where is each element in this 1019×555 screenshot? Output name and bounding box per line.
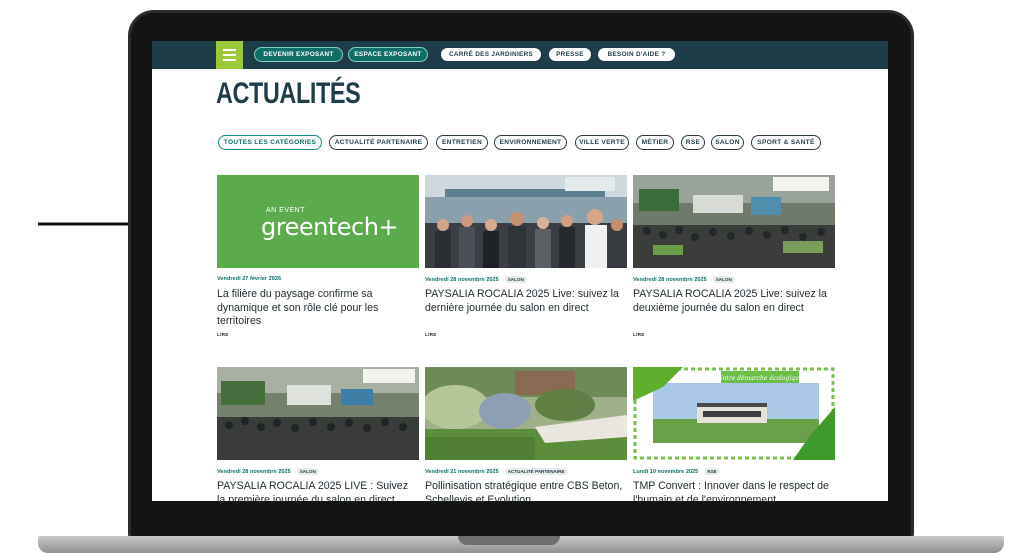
article-card[interactable]: Vendredi 28 novembre 2025 SALON PAYSALIA… <box>425 175 627 337</box>
exhibition-hall-photo <box>633 175 835 268</box>
article-image-exhibition[interactable] <box>633 175 835 268</box>
hamburger-menu-icon[interactable] <box>216 41 243 69</box>
laptop-screen: DEVENIR EXPOSANT ESPACE EXPOSANT CARRÉ D… <box>152 41 888 501</box>
top-navigation-bar: DEVENIR EXPOSANT ESPACE EXPOSANT CARRÉ D… <box>152 41 888 69</box>
greentech-logo: greentech+ <box>261 213 399 241</box>
category-chip-environnement[interactable]: ENVIRONNEMENT <box>494 135 567 150</box>
article-meta: Vendredi 28 novembre 2025 SALON <box>633 276 735 283</box>
article-date: Vendredi 21 novembre 2025 <box>425 468 499 475</box>
article-meta: Lundi 10 novembre 2025 RSE <box>633 468 720 475</box>
article-tag[interactable]: ACTUALITÉ PARTENAIRE <box>504 468 568 475</box>
article-card[interactable]: Vendredi 28 novembre 2025 SALON PAYSALIA… <box>633 175 835 337</box>
article-date: Lundi 10 novembre 2025 <box>633 468 699 475</box>
article-meta: Vendredi 21 novembre 2025 ACTUALITÉ PART… <box>425 468 568 475</box>
eco-building-photo: Notre démarche écologique <box>633 367 835 460</box>
eco-banner-text: Notre démarche écologique <box>717 375 803 382</box>
nav-pill-espace-exposant[interactable]: ESPACE EXPOSANT <box>348 47 428 62</box>
article-card[interactable]: AN EVENT greentech+ Vendredi 27 février … <box>217 175 419 337</box>
article-tag[interactable]: SALON <box>712 276 735 283</box>
article-image-crowd[interactable] <box>425 175 627 268</box>
article-title[interactable]: TMP Convert : Innover dans le respect de… <box>633 480 835 501</box>
article-title[interactable]: PAYSALIA ROCALIA 2025 LIVE : Suivez la p… <box>217 480 419 501</box>
article-title[interactable]: PAYSALIA ROCALIA 2025 Live: suivez la de… <box>425 288 627 315</box>
read-more-link[interactable]: LIRE <box>217 332 229 337</box>
article-card[interactable]: Notre démarche écologique Lundi 10 novem… <box>633 367 835 501</box>
article-date: Vendredi 28 novembre 2025 <box>217 468 291 475</box>
read-more-link[interactable]: LIRE <box>633 332 645 337</box>
article-meta: Vendredi 28 novembre 2025 SALON <box>217 468 319 475</box>
category-chip-salon[interactable]: SALON <box>711 135 744 150</box>
article-date: Vendredi 28 novembre 2025 <box>425 276 499 283</box>
article-image-greentech[interactable]: AN EVENT greentech+ <box>217 175 419 268</box>
article-date: Vendredi 28 novembre 2025 <box>633 276 707 283</box>
laptop-notch <box>458 536 560 545</box>
category-chip-sport-sante[interactable]: SPORT & SANTÉ <box>751 135 821 150</box>
article-meta: Vendredi 27 février 2026 <box>217 276 281 282</box>
article-image-exhibition[interactable] <box>217 367 419 460</box>
crowd-photo <box>425 175 627 268</box>
article-date: Vendredi 27 février 2026 <box>217 276 282 282</box>
product-mockup: DEVENIR EXPOSANT ESPACE EXPOSANT CARRÉ D… <box>0 0 1019 555</box>
category-chip-entretien[interactable]: ENTRETIEN <box>436 135 488 150</box>
article-card[interactable]: Vendredi 28 novembre 2025 SALON PAYSALIA… <box>217 367 419 501</box>
article-title[interactable]: PAYSALIA ROCALIA 2025 Live: suivez la de… <box>633 288 835 315</box>
article-tag[interactable]: SALON <box>296 468 319 475</box>
article-tag[interactable]: SALON <box>504 276 527 283</box>
article-title[interactable]: Pollinisation stratégique entre CBS Beto… <box>425 480 627 501</box>
category-chip-metier[interactable]: MÉTIER <box>636 135 674 150</box>
article-tag[interactable]: RSE <box>704 468 720 475</box>
nav-pill-presse[interactable]: PRESSE <box>548 47 592 62</box>
article-image-garden[interactable] <box>425 367 627 460</box>
page-title: ACTUALITÉS <box>216 77 361 110</box>
article-meta: Vendredi 28 novembre 2025 SALON <box>425 276 527 283</box>
nav-pill-carre-des-jardiniers[interactable]: CARRÉ DES JARDINIERS <box>440 47 542 62</box>
read-more-link[interactable]: LIRE <box>425 332 437 337</box>
nav-pill-besoin-d-aide[interactable]: BESOIN D'AIDE ? <box>597 47 676 62</box>
category-chip-actualite-partenaire[interactable]: ACTUALITÉ PARTENAIRE <box>329 135 428 150</box>
article-card[interactable]: Vendredi 21 novembre 2025 ACTUALITÉ PART… <box>425 367 627 501</box>
garden-photo <box>425 367 627 460</box>
category-chip-ville-verte[interactable]: VILLE VERTE <box>575 135 629 150</box>
category-chip-rse[interactable]: RSE <box>681 135 705 150</box>
exhibition-hall-photo <box>217 367 419 460</box>
nav-pill-devenir-exposant[interactable]: DEVENIR EXPOSANT <box>254 47 343 62</box>
article-title[interactable]: La filière du paysage confirme sa dynami… <box>217 288 419 329</box>
article-image-eco-building[interactable]: Notre démarche écologique <box>633 367 835 460</box>
category-chip-all[interactable]: TOUTES LES CATÉGORIES <box>218 135 322 150</box>
